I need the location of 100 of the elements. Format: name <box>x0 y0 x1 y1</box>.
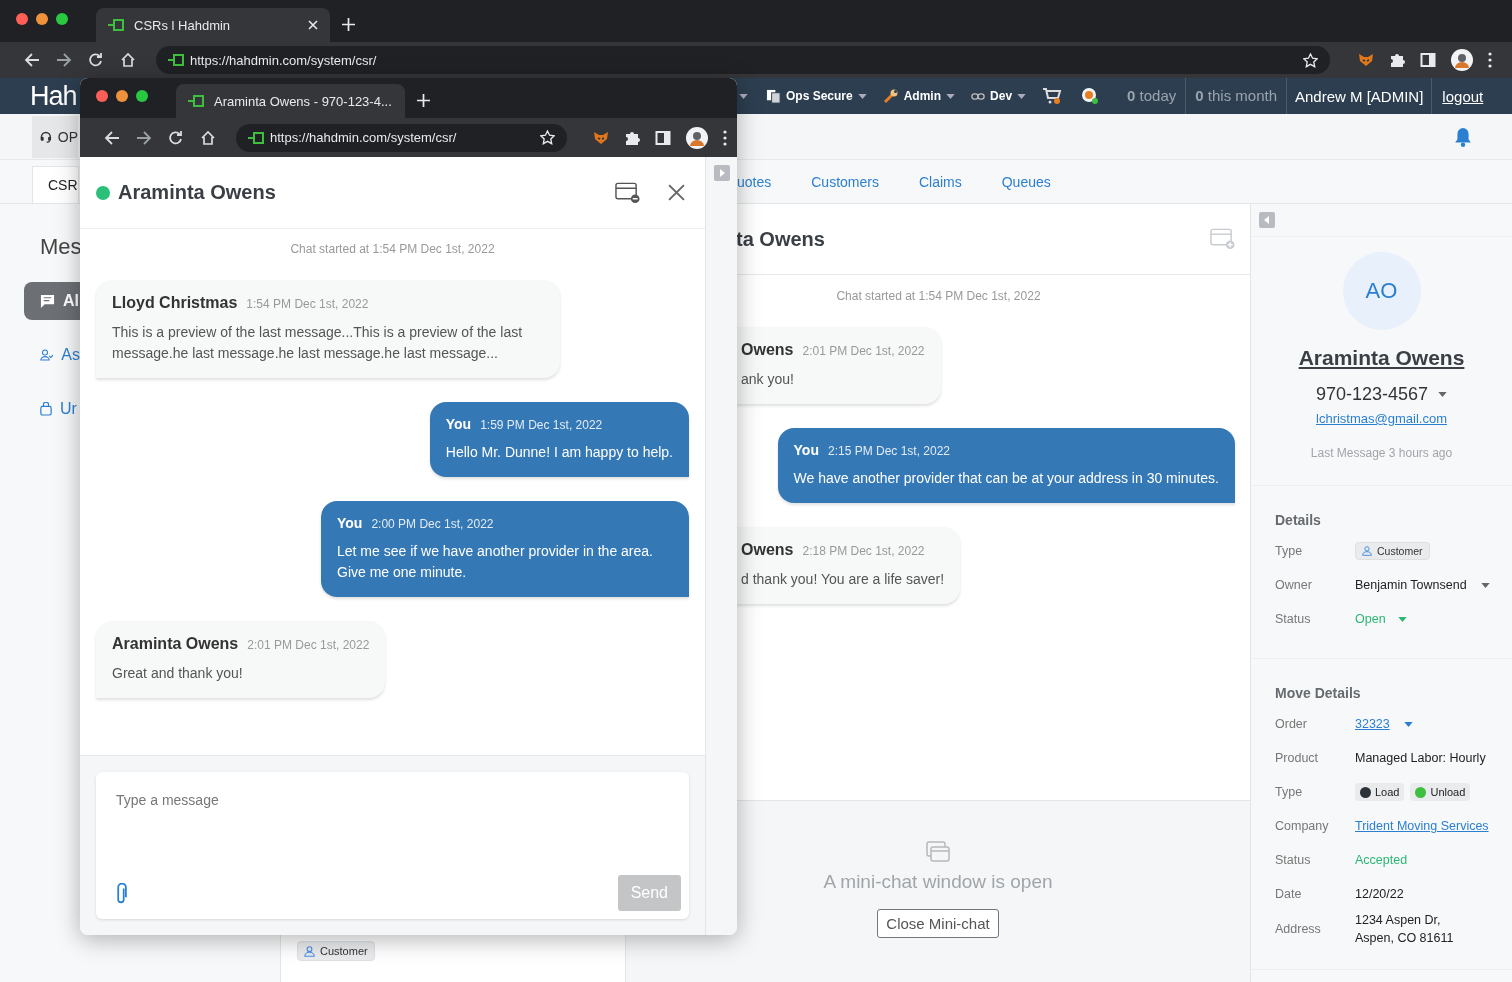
fox-icon[interactable] <box>1358 52 1374 68</box>
field-label: Order <box>1275 717 1308 731</box>
type-tag: Unload <box>1410 783 1471 801</box>
field-label: Status <box>1275 612 1312 626</box>
star-icon[interactable] <box>1303 52 1318 68</box>
notice-text: A mini-chat window is open <box>823 871 1053 893</box>
tab[interactable]: CSR <box>32 166 79 203</box>
tab[interactable]: uotes <box>737 173 772 190</box>
field-link[interactable]: Trident Moving Services <box>1355 819 1489 833</box>
customer-badge: Customer <box>297 941 375 961</box>
status-value: Open <box>1355 612 1386 626</box>
caret-icon <box>739 93 748 99</box>
filter-item[interactable]: Ur <box>24 390 80 428</box>
message-author: Owens <box>741 541 794 559</box>
tab[interactable]: Queues <box>1001 173 1051 190</box>
bell-icon[interactable] <box>1454 126 1472 147</box>
paperclip-icon[interactable] <box>116 883 127 905</box>
minimize-window-button[interactable] <box>36 13 48 25</box>
address-field[interactable]: https://hahdmin.com/system/csr/ <box>156 46 1330 74</box>
browser-tab[interactable]: CSRs l Hahdmin <box>96 8 330 42</box>
avatar-icon[interactable] <box>1451 49 1473 71</box>
caret-icon[interactable] <box>1403 721 1413 727</box>
browser-tab[interactable]: Araminta Owens - 970-123-4... <box>176 84 405 118</box>
new-tab-icon[interactable] <box>342 18 355 31</box>
sidebar-icon[interactable] <box>655 129 671 146</box>
today-count: 0 today <box>1126 86 1178 106</box>
back-icon[interactable] <box>24 52 40 68</box>
chat-start-time: Chat started at 1:54 PM Dec 1st, 2022 <box>836 289 1041 303</box>
zoom-window-button[interactable] <box>136 90 148 102</box>
close-window-button[interactable] <box>16 13 28 25</box>
phone-selector[interactable]: 970-123-4567 <box>1315 384 1448 405</box>
home-icon[interactable] <box>120 52 136 68</box>
nav-menu[interactable]: Admin <box>882 88 956 104</box>
field-value: Benjamin Townsend <box>1355 578 1467 592</box>
close-icon[interactable] <box>668 184 685 201</box>
nav-menu[interactable]: Dev <box>971 89 1027 103</box>
sidebar-icon[interactable] <box>1420 52 1436 68</box>
window-minus-icon[interactable] <box>615 181 640 204</box>
message-author: Araminta Owens <box>112 635 239 653</box>
documents-icon <box>766 88 781 104</box>
customer-badge: Customer <box>1355 542 1430 560</box>
status-value: Accepted <box>1355 853 1408 867</box>
menu-icon[interactable] <box>1488 52 1492 68</box>
puzzle-icon[interactable] <box>1389 52 1405 68</box>
tab-title: CSRs l Hahdmin <box>134 17 232 33</box>
site-icon <box>188 95 204 107</box>
avatar-icon[interactable] <box>686 126 708 149</box>
back-icon[interactable] <box>104 129 120 146</box>
tab[interactable]: Claims <box>918 173 962 190</box>
logo[interactable]: Hah <box>30 80 77 112</box>
field-label: Address <box>1275 922 1322 936</box>
email-link[interactable]: lchristmas@gmail.com <box>1316 411 1447 426</box>
new-tab-icon[interactable] <box>417 94 430 107</box>
tab[interactable]: Customers <box>811 173 879 190</box>
contact-name-link[interactable]: Araminta Owens <box>1298 346 1465 370</box>
field-label: Type <box>1275 544 1304 558</box>
filter-item[interactable]: Al <box>24 282 80 320</box>
section-title: Details <box>1275 512 1322 528</box>
caret-icon[interactable] <box>1480 582 1490 588</box>
type-tag: Load <box>1355 783 1405 801</box>
fox-icon[interactable] <box>593 129 609 146</box>
last-message-time: Last Message 3 hours ago <box>1310 446 1453 460</box>
message-text: d thank you! You are a life saver! <box>741 570 945 589</box>
forward-icon[interactable] <box>136 129 152 146</box>
message-time: 2:18 PM Dec 1st, 2022 <box>802 544 925 558</box>
site-icon <box>168 54 184 66</box>
star-icon[interactable] <box>540 130 555 145</box>
field-link[interactable]: 32323 <box>1355 717 1390 731</box>
reload-icon[interactable] <box>88 52 104 68</box>
section-title: Move Details <box>1275 685 1362 701</box>
filter-item[interactable]: As <box>24 336 80 374</box>
message-author: You <box>793 442 819 458</box>
message-text: ank you! <box>741 370 795 389</box>
close-mini-chat-button[interactable]: Close Mini-chat <box>877 909 999 938</box>
message-author: You <box>445 416 472 432</box>
cart-icon[interactable] <box>1042 87 1063 105</box>
close-window-button[interactable] <box>96 90 108 102</box>
message-time: 2:01 PM Dec 1st, 2022 <box>802 344 925 358</box>
link-icon <box>971 91 986 101</box>
caret-icon <box>1438 392 1448 397</box>
address-field[interactable]: https://hahdmin.com/system/csr/ <box>236 123 567 152</box>
message-text: This is a preview of the last message...This is a preview of the last message.he last message.he last message.he last message... <box>112 323 524 363</box>
field-value: 12/20/22 <box>1355 887 1404 901</box>
zoom-window-button[interactable] <box>56 13 68 25</box>
message-text: Great and thank you! <box>112 664 244 683</box>
reload-icon[interactable] <box>168 129 184 146</box>
forward-icon[interactable] <box>56 52 72 68</box>
minimize-window-button[interactable] <box>116 90 128 102</box>
op-button[interactable]: OP <box>32 115 78 158</box>
message-time: 2:00 PM Dec 1st, 2022 <box>371 517 494 531</box>
message-text: Hello Mr. Dunne! I am happy to help. <box>445 443 673 462</box>
field-label: Company <box>1275 819 1330 833</box>
nav-menu[interactable]: Ops Secure <box>766 88 867 104</box>
menu-icon[interactable] <box>723 129 727 146</box>
field-label: Type <box>1275 785 1304 799</box>
home-icon[interactable] <box>200 129 216 146</box>
puzzle-icon[interactable] <box>624 129 640 146</box>
badge-icon[interactable] <box>1080 86 1101 106</box>
caret-icon <box>946 93 956 99</box>
person-check-icon <box>40 348 54 362</box>
